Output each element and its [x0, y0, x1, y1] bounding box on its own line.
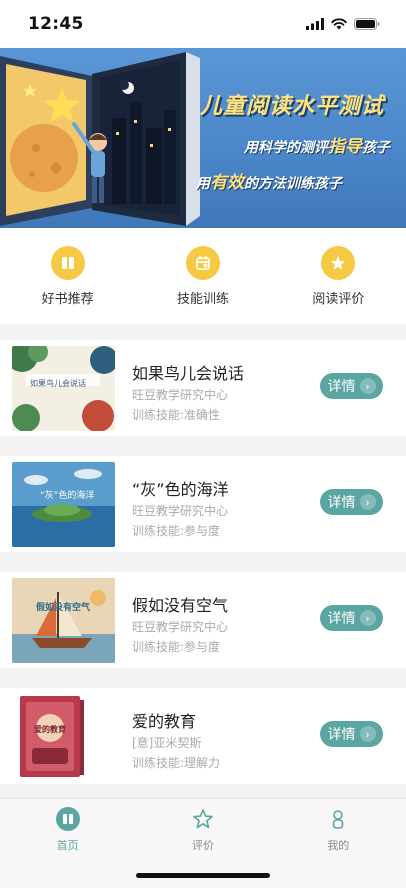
home-indicator[interactable]	[136, 873, 270, 878]
book-author: 旺豆教学研究中心	[132, 388, 229, 402]
status-time: 12:45	[28, 14, 84, 34]
book-skill: 训练技能:准确性	[132, 408, 221, 422]
chevron-right-icon: ›	[359, 494, 376, 510]
book-cover: 如果鸟儿会说话	[12, 346, 115, 431]
banner-subtitle-2: 用有效的方法训练孩子	[196, 168, 342, 193]
banner-title: 儿童阅读水平测试	[200, 94, 385, 119]
chevron-right-icon: ›	[359, 378, 376, 394]
book-title: 假如没有空气	[132, 596, 229, 615]
book-title: “灰”色的海洋	[132, 480, 229, 499]
tab-mine[interactable]: 我的	[271, 799, 406, 888]
list-item[interactable]: 如果鸟儿会说话 如果鸟儿会说话 旺豆教学研究中心 训练技能:准确性 详情 ›	[0, 340, 406, 436]
book-cover: 爱的教育	[12, 694, 115, 779]
book-icon	[50, 245, 85, 280]
wifi-icon	[331, 18, 347, 30]
book-cover: “灰”色的海洋	[12, 462, 115, 547]
book-skill: 训练技能:参与度	[132, 524, 221, 538]
category-book-recommend[interactable]: 好书推荐	[0, 228, 135, 324]
list-item[interactable]: 假如没有空气 假如没有空气 旺豆教学研究中心 训练技能:参与度 详情 ›	[0, 572, 406, 668]
category-reading-evaluation[interactable]: 阅读评价	[271, 228, 406, 324]
banner-subtitle-2-highlight: 有效	[210, 173, 244, 193]
tab-label: 评价	[191, 839, 214, 852]
list-item[interactable]: “灰”色的海洋 “灰”色的海洋 旺豆教学研究中心 训练技能:参与度 详情 ›	[0, 456, 406, 552]
status-icons	[306, 18, 380, 30]
category-skill-training[interactable]: 技能训练	[135, 228, 270, 324]
banner-subtitle-1: 用科学的测评指导孩子	[244, 132, 390, 157]
book-skill: 训练技能:参与度	[132, 640, 221, 654]
book-author: 旺豆教学研究中心	[132, 504, 229, 518]
banner-subtitle-1-highlight: 指导	[328, 137, 362, 157]
detail-button-label: 详情	[327, 727, 356, 743]
detail-button-label: 详情	[327, 379, 356, 395]
detail-button-label: 详情	[327, 495, 356, 511]
home-icon	[55, 807, 80, 831]
banner-subtitle-2-post: 的方法训练孩子	[244, 176, 342, 192]
category-label: 阅读评价	[312, 291, 365, 307]
detail-button[interactable]: 详情 ›	[320, 721, 383, 747]
category-label: 技能训练	[176, 291, 229, 307]
book-title: 爱的教育	[132, 712, 197, 731]
detail-button[interactable]: 详情 ›	[320, 373, 383, 399]
star-outline-icon	[193, 809, 213, 829]
detail-button-label: 详情	[327, 611, 356, 627]
chevron-right-icon: ›	[359, 610, 376, 626]
tab-label: 我的	[327, 839, 350, 852]
book-cover-title: 假如没有空气	[36, 603, 91, 613]
detail-button[interactable]: 详情 ›	[320, 605, 383, 631]
book-cover: 假如没有空气	[12, 578, 115, 663]
calendar-icon	[185, 245, 220, 280]
book-cover-title: 如果鸟儿会说话	[30, 379, 86, 388]
book-cover-title: 爱的教育	[34, 725, 66, 734]
signal-icon	[306, 18, 324, 30]
category-label: 好书推荐	[41, 291, 94, 307]
chevron-right-icon: ›	[359, 726, 376, 742]
book-title: 如果鸟儿会说话	[132, 364, 245, 383]
book-cover-title: “灰”色的海洋	[40, 491, 95, 501]
promo-banner[interactable]: 儿童阅读水平测试 用科学的测评指导孩子 用有效的方法训练孩子	[0, 48, 406, 228]
star-icon	[321, 245, 356, 280]
detail-button[interactable]: 详情 ›	[320, 489, 383, 515]
list-item[interactable]: 爱的教育 爱的教育 [意]亚米契斯 训练技能:理解力 详情 ›	[0, 688, 406, 784]
banner-subtitle-1-pre: 用科学的测评	[244, 140, 328, 156]
banner-subtitle-2-pre: 用	[196, 176, 210, 192]
tab-home[interactable]: 首页	[0, 799, 135, 888]
battery-icon	[354, 18, 380, 30]
status-bar: 12:45	[0, 0, 406, 48]
book-author: [意]亚米契斯	[132, 736, 202, 750]
banner-subtitle-1-post: 孩子	[362, 140, 390, 156]
tab-label: 首页	[56, 839, 79, 852]
category-shortcuts: 好书推荐 技能训练 阅读评价	[0, 228, 406, 324]
book-author: 旺豆教学研究中心	[132, 620, 229, 634]
person-icon	[333, 810, 344, 829]
book-skill: 训练技能:理解力	[132, 756, 221, 770]
